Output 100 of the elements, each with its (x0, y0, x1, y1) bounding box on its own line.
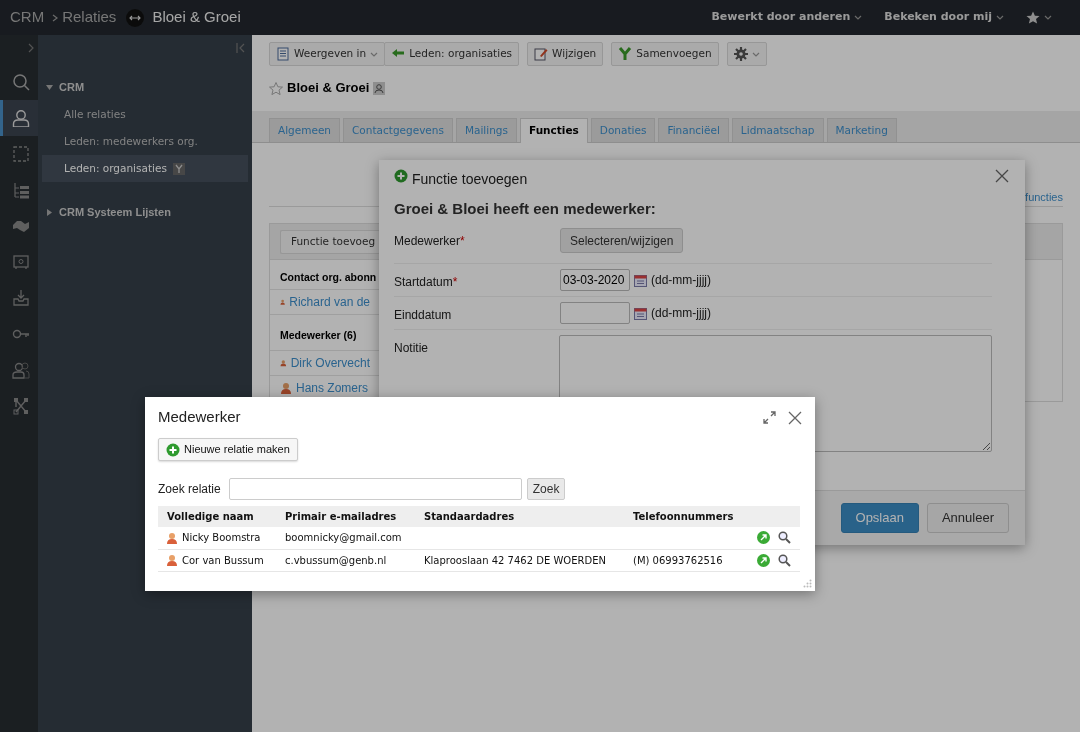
table-cell: (M) 06993762516 (633, 554, 723, 566)
cancel-button[interactable]: Annuleer (926, 503, 1009, 533)
date-field[interactable] (560, 302, 630, 324)
table-cell: boomnicky@gmail.com (285, 532, 402, 544)
tab[interactable]: Functies (520, 118, 588, 143)
star-icon (1026, 11, 1040, 24)
person-icon (280, 357, 287, 369)
group-heading: Contact org. abonn (280, 269, 377, 285)
person-icon[interactable] (11, 109, 30, 127)
dropdown-button[interactable]: Weergeven in (269, 42, 386, 66)
document-icon (276, 47, 290, 61)
field-label: Einddatum (394, 308, 452, 322)
breadcrumb-link[interactable]: Relaties (62, 6, 117, 29)
table-cell: c.vbussum@genb.nl (285, 554, 387, 566)
toolbar-button[interactable]: Wijzigen (527, 42, 604, 66)
selection-icon[interactable] (11, 145, 30, 163)
safe-icon[interactable] (11, 253, 30, 271)
edit-icon (534, 47, 549, 61)
search-icon[interactable] (778, 531, 791, 545)
field-label: Medewerker* (394, 234, 465, 248)
search-icon[interactable] (778, 553, 791, 567)
switch-icon (126, 8, 145, 27)
save-button[interactable]: Opslaan (840, 503, 919, 533)
tab[interactable]: Algemeen (269, 118, 341, 142)
favorites-button[interactable] (1026, 11, 1052, 24)
table-cell: Klaprooslaan 42 7462 DE WOERDEN (424, 554, 606, 566)
search-label: Zoek relatie (158, 481, 221, 498)
maximize-icon[interactable] (763, 411, 776, 424)
record-title: Bloei & Groei (287, 79, 370, 98)
sidebar-item[interactable]: Leden: medewerkers org. (42, 128, 248, 155)
caret-icon (751, 50, 760, 58)
tab[interactable]: Lidmaatschap (731, 118, 824, 142)
download-icon[interactable] (11, 289, 30, 307)
sidebar-item[interactable]: Leden: organisaties (42, 155, 248, 182)
group-heading: Medewerker (6) (280, 327, 357, 343)
add-icon (394, 169, 408, 183)
network-icon[interactable] (11, 397, 30, 415)
breadcrumb-link[interactable]: CRM (10, 6, 45, 29)
tab[interactable]: Mailings (455, 118, 517, 142)
column-header: Telefoonnummers (624, 506, 747, 527)
expand-icon[interactable] (27, 42, 35, 54)
calendar-icon[interactable] (634, 273, 647, 287)
column-header: Standaardadres (415, 506, 624, 527)
toolbar-button[interactable]: Leden: organisaties (384, 42, 520, 66)
caret-icon (1044, 14, 1052, 21)
tab[interactable]: Financiëel (658, 118, 729, 142)
table-cell-text: Cor van Bussum (182, 553, 264, 568)
person-link[interactable]: Richard van de (289, 293, 370, 311)
group-label[interactable]: CRM (59, 78, 85, 96)
add-function-button[interactable]: Functie toevoeg (280, 230, 380, 254)
contact-icon (373, 81, 386, 95)
tree-list-icon[interactable] (11, 181, 30, 199)
merge-icon (618, 47, 633, 61)
person-link[interactable]: Dirk Overvecht (290, 354, 370, 372)
search-icon[interactable] (11, 73, 30, 91)
arrow-circle-icon[interactable] (757, 531, 770, 545)
tab[interactable]: Marketing (826, 118, 897, 142)
caret-icon (370, 50, 379, 58)
column-header: Volledige naam (158, 506, 276, 527)
settings-icon (733, 47, 748, 61)
new-relation-button[interactable]: Nieuwe relatie maken (158, 438, 298, 461)
group-label[interactable]: CRM Systeem Lijsten (59, 203, 171, 221)
caret-icon (854, 14, 863, 21)
date-format-hint: (dd-mm-jjjj) (651, 305, 711, 322)
caret-icon[interactable] (46, 83, 53, 91)
star-icon[interactable] (269, 81, 283, 95)
person-icon (166, 554, 178, 566)
tab[interactable]: Contactgegevens (343, 118, 453, 142)
field-label: Notitie (394, 341, 428, 355)
dialog-subtitle: Groei & Bloei heeft een medewerker: (393, 199, 657, 219)
dialog-title: Medewerker (158, 407, 241, 428)
caret-icon (996, 14, 1004, 21)
functions-link[interactable]: functies (1025, 189, 1063, 206)
menu-dropdown[interactable]: Bekeken door mij (884, 9, 1004, 26)
table-cell-text: Nicky Boomstra (182, 531, 261, 546)
person-link[interactable]: Hans Zomers (296, 379, 369, 397)
select-button[interactable]: Selecteren/wijzigen (560, 228, 684, 253)
toolbar-button[interactable]: Samenvoegen (611, 42, 719, 66)
tab[interactable]: Donaties (590, 118, 656, 142)
settings-button[interactable] (726, 42, 767, 66)
add-icon (166, 442, 180, 457)
calendar-icon[interactable] (634, 306, 647, 320)
menu-dropdown[interactable]: Bewerkt door anderen (711, 9, 863, 26)
search-button[interactable]: Zoek (526, 478, 566, 500)
close-icon[interactable] (788, 410, 802, 425)
caret-icon[interactable] (46, 208, 53, 216)
arrow-circle-icon[interactable] (757, 553, 770, 567)
people-icon[interactable] (11, 361, 30, 379)
page-title: Bloei & Groei (152, 7, 241, 28)
field-label: Startdatum* (394, 275, 458, 289)
person-icon (166, 531, 178, 544)
close-icon[interactable] (995, 169, 1009, 183)
collapse-icon[interactable] (236, 42, 246, 54)
dialog-title: Functie toevoegen (412, 170, 528, 189)
sidebar-item[interactable]: Alle relaties (42, 101, 248, 128)
person-icon (280, 382, 292, 394)
column-header: Primair e-mailadres (276, 506, 415, 527)
date-field[interactable]: 03-03-2020 (560, 269, 630, 291)
resize-grip-icon (803, 579, 812, 588)
search-field[interactable] (228, 478, 522, 500)
